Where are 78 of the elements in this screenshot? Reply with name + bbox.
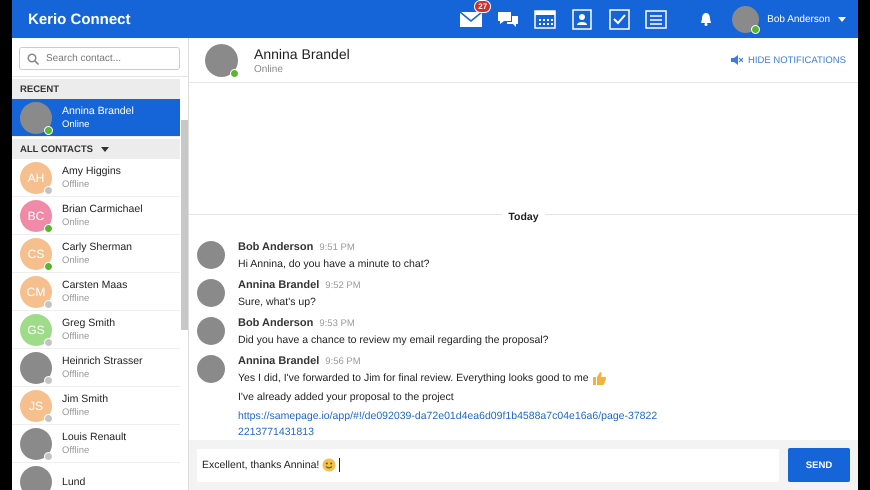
contact-name: Louis Renault — [62, 431, 126, 443]
app-title: Kerio Connect — [28, 10, 132, 28]
message-time: 9:56 PM — [325, 356, 361, 367]
contact-name: Jim Smith — [62, 393, 108, 405]
contact-item[interactable]: Louis Renault Offline — [12, 425, 180, 463]
contact-item[interactable]: JS Jim Smith Offline — [12, 387, 180, 425]
checkbox-icon — [607, 8, 632, 30]
send-button[interactable]: SEND — [788, 448, 850, 482]
bell-icon — [700, 12, 712, 26]
contact-item[interactable]: Lund — [12, 463, 180, 490]
contact-item[interactable]: Heinrich Strasser Offline — [12, 349, 180, 387]
hide-notifications-button[interactable]: HIDE NOTIFICATIONS — [731, 54, 846, 66]
avatar-placeholder — [197, 317, 225, 345]
contact-status: Online — [62, 217, 90, 228]
section-title: ALL CONTACTS — [20, 144, 94, 154]
contact-name: Amy Higgins — [62, 165, 121, 177]
contact-name: Carly Sherman — [62, 241, 132, 253]
contact-card-icon — [570, 8, 594, 30]
muted-speaker-icon — [731, 55, 743, 65]
message-author: Annina Brandel — [238, 279, 320, 291]
message-author: Bob Anderson — [238, 317, 314, 329]
contact-status: Offline — [62, 369, 90, 380]
avatar-placeholder — [197, 241, 225, 269]
list-icon — [644, 8, 668, 30]
message-text: I've already added your proposal to the project — [238, 390, 454, 405]
contact-name: Lund — [62, 476, 86, 488]
contact-status: Offline — [62, 179, 90, 190]
contact-item[interactable]: Annina Brandel Online — [12, 99, 180, 137]
avatar-initials: BC — [28, 208, 44, 222]
avatar-placeholder — [197, 279, 225, 307]
contact-name: Carsten Maas — [62, 279, 128, 291]
avatar-initials: CS — [28, 246, 44, 260]
contact-status: Online — [62, 255, 90, 266]
message-text: Hi Annina, do you have a minute to chat? — [238, 257, 430, 272]
user-menu[interactable]: Bob Anderson — [732, 6, 858, 32]
search-icon — [27, 53, 39, 65]
message-time: 9:53 PM — [319, 318, 355, 329]
contact-status: Offline — [62, 407, 90, 418]
message-author: Bob Anderson — [238, 241, 314, 253]
contact-item[interactable]: AH Amy Higgins Offline — [12, 159, 180, 197]
contact-name: Annina Brandel — [254, 46, 350, 62]
section-header[interactable]: ALL CONTACTS — [12, 139, 180, 159]
avatar-initials: CM — [26, 284, 46, 298]
avatar-placeholder — [197, 355, 225, 383]
contact-status: Online — [254, 64, 284, 74]
message-text: Did you have a chance to review my email regarding the proposal? — [238, 333, 549, 348]
contact-status: Offline — [62, 331, 90, 342]
thumbs-up-icon — [592, 371, 606, 385]
scrollbar[interactable] — [181, 120, 188, 330]
message-text: Yes I did, I've forwarded to Jim for final review. Everything looks good to me — [238, 371, 589, 386]
contact-name: Annina Brandel — [62, 105, 134, 117]
avatar-placeholder — [20, 466, 52, 490]
search-field[interactable]: Search contact... — [19, 47, 180, 70]
contact-name: Heinrich Strasser — [62, 355, 143, 367]
message-author: Annina Brandel — [238, 355, 320, 367]
contact-item[interactable]: BC Brian Carmichael Online — [12, 197, 180, 235]
link[interactable]: https://samepage.io/app/#!/de092039-da72e01d4ea6d09f1b4588a7c04e16a6/page-378222213771431813 — [238, 408, 658, 440]
calendar-icon — [533, 8, 558, 30]
contact-name: Brian Carmichael — [62, 203, 143, 215]
avatar-initials: GS — [27, 322, 45, 336]
contact-status: Online — [62, 119, 90, 130]
contact-item[interactable]: GS Greg Smith Offline — [12, 311, 180, 349]
message-field[interactable]: Excellent, thanks Annina! — [197, 448, 779, 482]
contact-item[interactable]: CM Carsten Maas Offline — [12, 273, 180, 311]
avatar-initials: AH — [28, 170, 44, 184]
message-text: Sure, what's up? — [238, 295, 316, 310]
caret-icon — [838, 16, 846, 22]
caret-icon — [101, 146, 110, 152]
contact-status: Offline — [62, 293, 90, 304]
message-time: 9:51 PM — [319, 242, 355, 253]
avatar-initials: JS — [28, 398, 43, 412]
smiley-icon — [322, 458, 336, 472]
unread-badge: 27 — [474, 0, 492, 13]
contact-name: Greg Smith — [62, 317, 116, 329]
contact-status: Offline — [62, 445, 90, 456]
message-time: 9:52 PM — [325, 280, 361, 291]
contact-item[interactable]: CS Carly Sherman Online — [12, 235, 180, 273]
section-title: RECENT — [20, 84, 60, 94]
